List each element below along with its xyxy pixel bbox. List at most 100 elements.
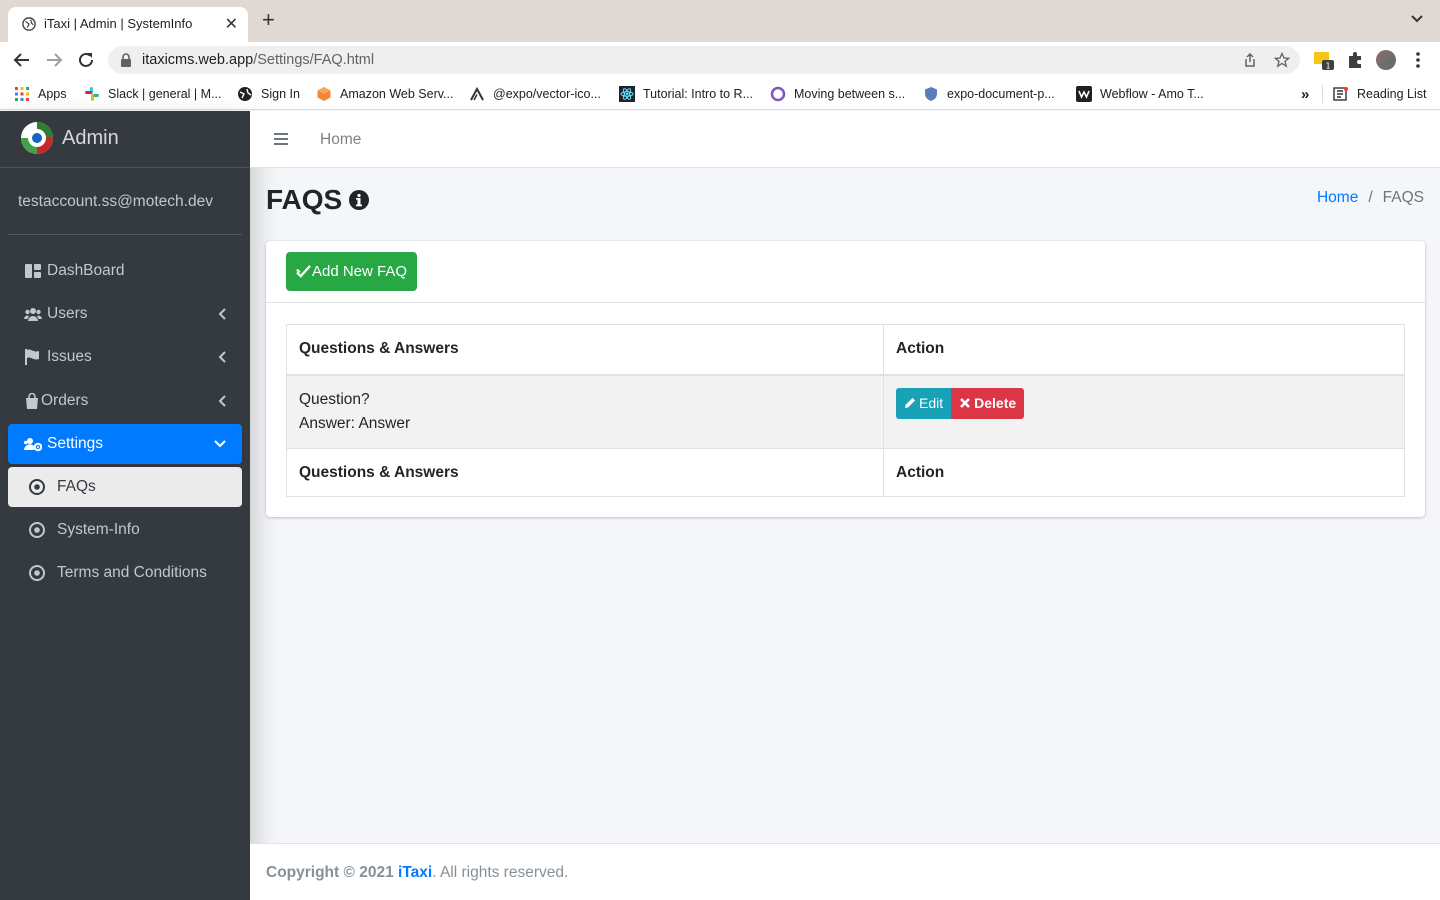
faq-cell: Question? Answer: Answer [286, 374, 884, 449]
chevron-left-icon [218, 395, 226, 407]
sidebar-item-dashboard[interactable]: DashBoard [8, 251, 242, 291]
puzzle-icon[interactable] [1345, 50, 1365, 70]
bookmark-apps[interactable]: Apps [14, 85, 67, 103]
sidebar-item-faqs[interactable]: FAQs [8, 467, 242, 507]
top-navbar: Home [250, 111, 1440, 168]
kebab-menu-icon[interactable] [1408, 50, 1428, 70]
star-icon[interactable] [1274, 52, 1290, 68]
browser-toolbar: itaxicms.web.app/Settings/FAQ.html 1 [0, 42, 1440, 78]
bookmarks-bar: Apps Slack | general | M... Sign In Amaz… [0, 78, 1440, 110]
user-email[interactable]: testaccount.ss@motech.dev [18, 193, 213, 211]
url-path: /Settings/FAQ.html [253, 52, 375, 68]
globe-icon [22, 17, 36, 31]
browser-tab-strip: iTaxi | Admin | SystemInfo ✕ + [0, 0, 1440, 42]
info-circle-icon[interactable] [348, 189, 370, 211]
more-bookmarks-icon[interactable]: » [1301, 85, 1309, 103]
apps-grid-icon [15, 87, 29, 101]
breadcrumb: Home / FAQS [1317, 189, 1424, 207]
sidebar-item-label: FAQs [57, 478, 96, 495]
users-cog-icon [24, 438, 42, 452]
reading-list-label: Reading List [1357, 87, 1427, 101]
extension-badge-icon[interactable]: 1 [1314, 50, 1334, 71]
faq-card: Add New FAQ Questions & Answers Action Q… [266, 241, 1425, 517]
sidebar-item-label: System-Info [57, 521, 140, 538]
chevron-left-icon [218, 351, 226, 363]
copyright-text: Copyright © 2021 iTaxi. All rights reser… [266, 864, 568, 882]
dot-circle-icon [29, 479, 45, 495]
reload-icon[interactable] [76, 50, 96, 70]
share-icon[interactable] [1242, 52, 1258, 68]
bookmark-expo-document[interactable]: expo-document-p... [923, 85, 1055, 103]
breadcrumb-separator: / [1368, 189, 1373, 206]
back-arrow-icon[interactable] [12, 50, 32, 70]
react-icon [619, 86, 635, 102]
table-footer-row: Questions & Answers Action [286, 447, 1405, 497]
column-header-action: Action [883, 324, 1405, 376]
dot-circle-icon [29, 522, 45, 538]
sidebar-item-system-info[interactable]: System-Info [8, 510, 242, 550]
add-faq-button[interactable]: Add New FAQ [286, 252, 417, 291]
sidebar-item-label: Users [47, 305, 88, 322]
bookmark-sign-in[interactable]: Sign In [237, 85, 300, 103]
svg-text:1: 1 [1325, 62, 1330, 71]
avatar[interactable] [1376, 50, 1396, 70]
bookmark-webflow[interactable]: Webflow - Amo T... [1076, 85, 1204, 103]
sidebar-item-label: Settings [47, 435, 104, 452]
sidebar-item-settings[interactable]: Settings [8, 424, 242, 464]
breadcrumb-current: FAQS [1382, 189, 1424, 206]
hamburger-menu-icon[interactable] [274, 132, 288, 146]
users-icon [24, 308, 42, 321]
sidebar-item-issues[interactable]: Issues [8, 337, 242, 377]
bookmark-label: Amazon Web Serv... [340, 87, 454, 101]
page-title-text: FAQS [266, 184, 343, 215]
bookmark-react-tutorial[interactable]: Tutorial: Intro to R... [619, 85, 753, 103]
chevron-down-icon[interactable] [1410, 12, 1424, 26]
aws-icon [317, 87, 331, 101]
bookmark-label: @expo/vector-ico... [493, 87, 601, 101]
close-tab-icon[interactable]: ✕ [225, 14, 238, 34]
sidebar-item-orders[interactable]: Orders [8, 381, 242, 421]
add-faq-label: Add New FAQ [311, 263, 408, 280]
sidebar-item-label: Orders [41, 392, 89, 409]
bookmark-moving-between[interactable]: Moving between s... [770, 85, 905, 103]
brand-logo-icon [21, 122, 53, 154]
card-header: Add New FAQ [266, 241, 1425, 303]
breadcrumb-home-link[interactable]: Home [1317, 189, 1358, 207]
reading-list-button[interactable]: Reading List [1322, 85, 1427, 103]
chevron-left-icon [218, 308, 226, 320]
sidebar-item-label: DashBoard [47, 262, 125, 279]
edit-button[interactable]: Edit [896, 387, 952, 419]
address-bar[interactable]: itaxicms.web.app/Settings/FAQ.html [108, 46, 1300, 74]
footer-brand-link[interactable]: iTaxi [398, 864, 432, 881]
sidebar: Admin testaccount.ss@motech.dev DashBoar… [0, 111, 250, 900]
sidebar-item-label: Issues [47, 348, 92, 365]
flag-icon [25, 349, 39, 365]
top-home-link[interactable]: Home [320, 131, 361, 149]
tab-title: iTaxi | Admin | SystemInfo [44, 16, 193, 31]
sidebar-item-users[interactable]: Users [8, 294, 242, 334]
globe-icon [238, 87, 252, 101]
pencil-icon [905, 398, 915, 408]
forward-arrow-icon[interactable] [44, 50, 64, 70]
lock-icon [121, 53, 131, 67]
brand-text: Admin [62, 127, 119, 149]
delete-label: Delete [974, 395, 1017, 411]
brand-link[interactable]: Admin [0, 111, 250, 168]
page-footer: Copyright © 2021 iTaxi. All rights reser… [250, 843, 1440, 900]
bookmark-label: Sign In [261, 87, 300, 101]
table-row: Question? Answer: Answer Edit Delete [286, 374, 1405, 449]
browser-tab[interactable]: iTaxi | Admin | SystemInfo ✕ [8, 7, 248, 42]
edit-label: Edit [919, 395, 944, 411]
new-tab-icon[interactable]: + [262, 9, 275, 31]
bookmark-expo-vector[interactable]: @expo/vector-ico... [469, 85, 601, 103]
user-panel: testaccount.ss@motech.dev [8, 169, 242, 235]
bookmark-slack[interactable]: Slack | general | M... [84, 85, 221, 103]
bookmark-label: Slack | general | M... [108, 87, 222, 101]
sidebar-item-label: Terms and Conditions [57, 564, 207, 581]
sidebar-item-terms[interactable]: Terms and Conditions [8, 553, 242, 593]
delete-button[interactable]: Delete [951, 387, 1025, 419]
circle-icon [770, 86, 786, 102]
bookmark-aws[interactable]: Amazon Web Serv... [316, 85, 453, 103]
dot-circle-icon [29, 565, 45, 581]
bookmark-label: Moving between s... [794, 87, 906, 101]
